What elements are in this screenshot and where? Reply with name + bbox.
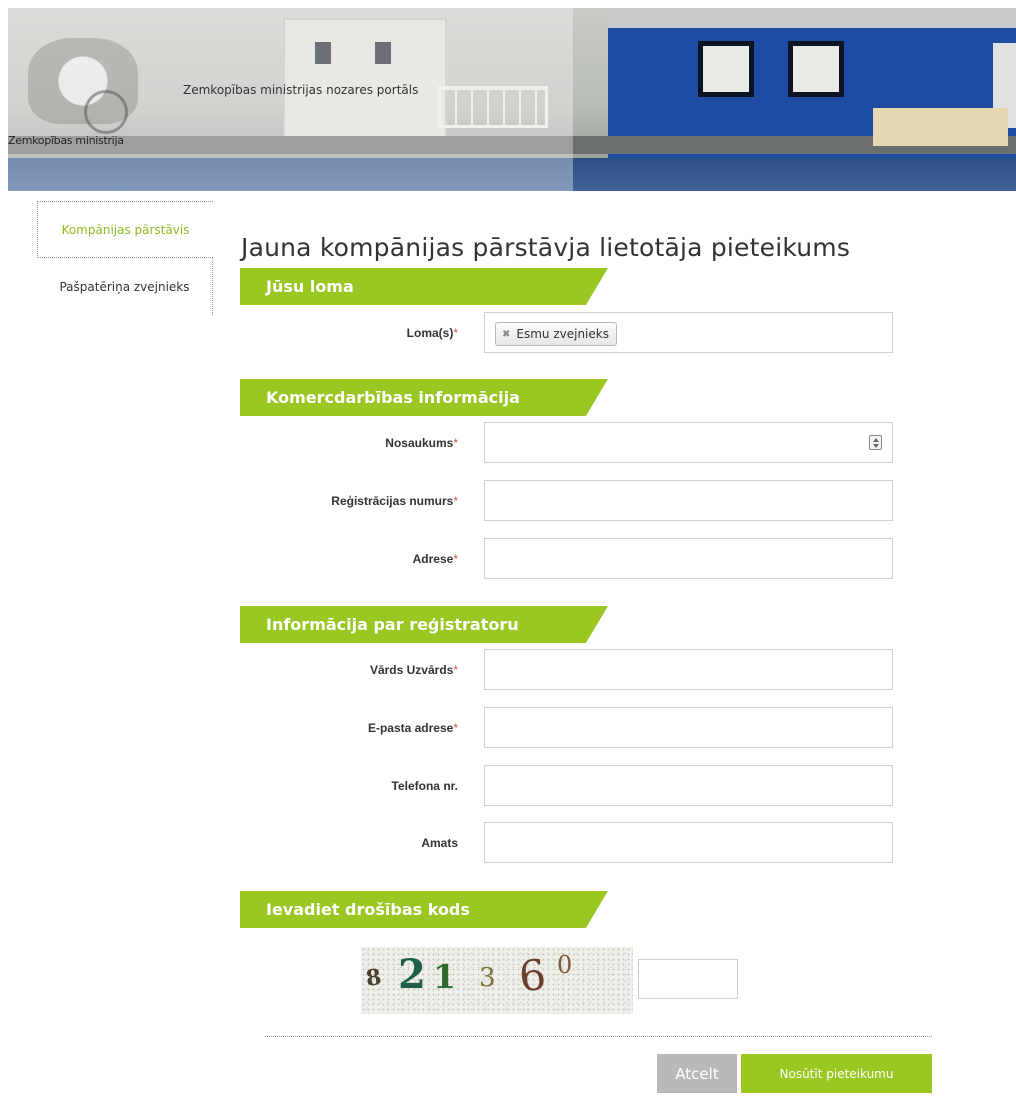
sun-emblem-icon <box>84 90 128 134</box>
nav-item-company-representative[interactable]: Kompānijas pārstāvis <box>37 201 213 258</box>
position-label-text: Amats <box>421 836 458 850</box>
phone-label-text: Telefona nr. <box>391 779 458 793</box>
ministry-name-logo[interactable]: Zemkopības ministrija <box>8 134 124 147</box>
banner-ship-window <box>698 41 754 97</box>
section-header-security: Ievadiet drošības kods <box>240 891 608 928</box>
section-header-role: Jūsu loma <box>240 268 608 305</box>
company-name-input[interactable] <box>484 422 893 463</box>
registration-number-label: Reģistrācijas numurs* <box>243 494 458 508</box>
required-marker: * <box>453 663 458 677</box>
roles-label: Loma(s)* <box>243 326 458 340</box>
page-title: Jauna kompānijas pārstāvja lietotāja pie… <box>241 232 851 262</box>
roles-multiselect[interactable]: ✖ Esmu zvejnieks <box>484 312 893 353</box>
section-header-registrant: Informācija par reģistratoru <box>240 606 608 643</box>
captcha-char: 2 <box>398 951 426 998</box>
section-header-business: Komercdarbības informācija <box>240 379 608 416</box>
captcha-image: 8 2 1 3 6 0 <box>361 947 633 1014</box>
banner-ship-window <box>788 41 844 97</box>
email-label-text: E-pasta adrese <box>367 721 454 735</box>
cancel-button[interactable]: Atcelt <box>657 1054 737 1093</box>
form-divider <box>265 1036 932 1037</box>
nav-item-self-consumption-fisher[interactable]: Pašpatēriņa zvejnieks <box>37 258 213 315</box>
full-name-label: Vārds Uzvārds* <box>243 663 458 677</box>
role-tag-label: Esmu zvejnieks <box>516 327 609 341</box>
full-name-input[interactable] <box>484 649 893 690</box>
remove-tag-icon[interactable]: ✖ <box>502 329 510 340</box>
required-marker: * <box>453 721 458 735</box>
phone-input[interactable] <box>484 765 893 806</box>
address-label: Adrese* <box>243 552 458 566</box>
email-input[interactable] <box>484 707 893 748</box>
phone-label: Telefona nr. <box>243 779 458 793</box>
roles-label-text: Loma(s) <box>406 326 454 340</box>
captcha-char: 8 <box>364 964 384 992</box>
side-nav: Kompānijas pārstāvis Pašpatēriņa zvejnie… <box>37 201 213 315</box>
captcha-char: 0 <box>557 951 573 979</box>
header-banner: Zemkopības ministrijas nozares portāls Z… <box>8 8 1016 191</box>
full-name-label-text: Vārds Uzvārds <box>369 663 454 677</box>
captcha-char: 6 <box>516 949 549 1002</box>
submit-application-button[interactable]: Nosūtīt pieteikumu <box>741 1054 932 1093</box>
captcha-char: 3 <box>479 963 496 993</box>
lookup-icon[interactable] <box>869 435 882 450</box>
required-marker: * <box>453 326 458 340</box>
address-label-text: Adrese <box>412 552 454 566</box>
captcha-input[interactable] <box>638 959 738 999</box>
role-tag: ✖ Esmu zvejnieks <box>495 322 617 346</box>
required-marker: * <box>453 552 458 566</box>
required-marker: * <box>453 494 458 508</box>
required-marker: * <box>453 436 458 450</box>
banner-ship-top <box>573 8 1016 28</box>
banner-cargo <box>873 108 1008 146</box>
email-label: E-pasta adrese* <box>243 721 458 735</box>
address-input[interactable] <box>484 538 893 579</box>
coat-of-arms-logo[interactable] <box>28 38 138 134</box>
name-label: Nosaukums* <box>243 436 458 450</box>
name-label-text: Nosaukums <box>385 436 454 450</box>
captcha-char: 1 <box>433 957 456 996</box>
portal-title: Zemkopības ministrijas nozares portāls <box>183 83 419 97</box>
registration-number-label-text: Reģistrācijas numurs <box>331 494 454 508</box>
position-label: Amats <box>243 836 458 850</box>
registration-number-input[interactable] <box>484 480 893 521</box>
position-input[interactable] <box>484 822 893 863</box>
